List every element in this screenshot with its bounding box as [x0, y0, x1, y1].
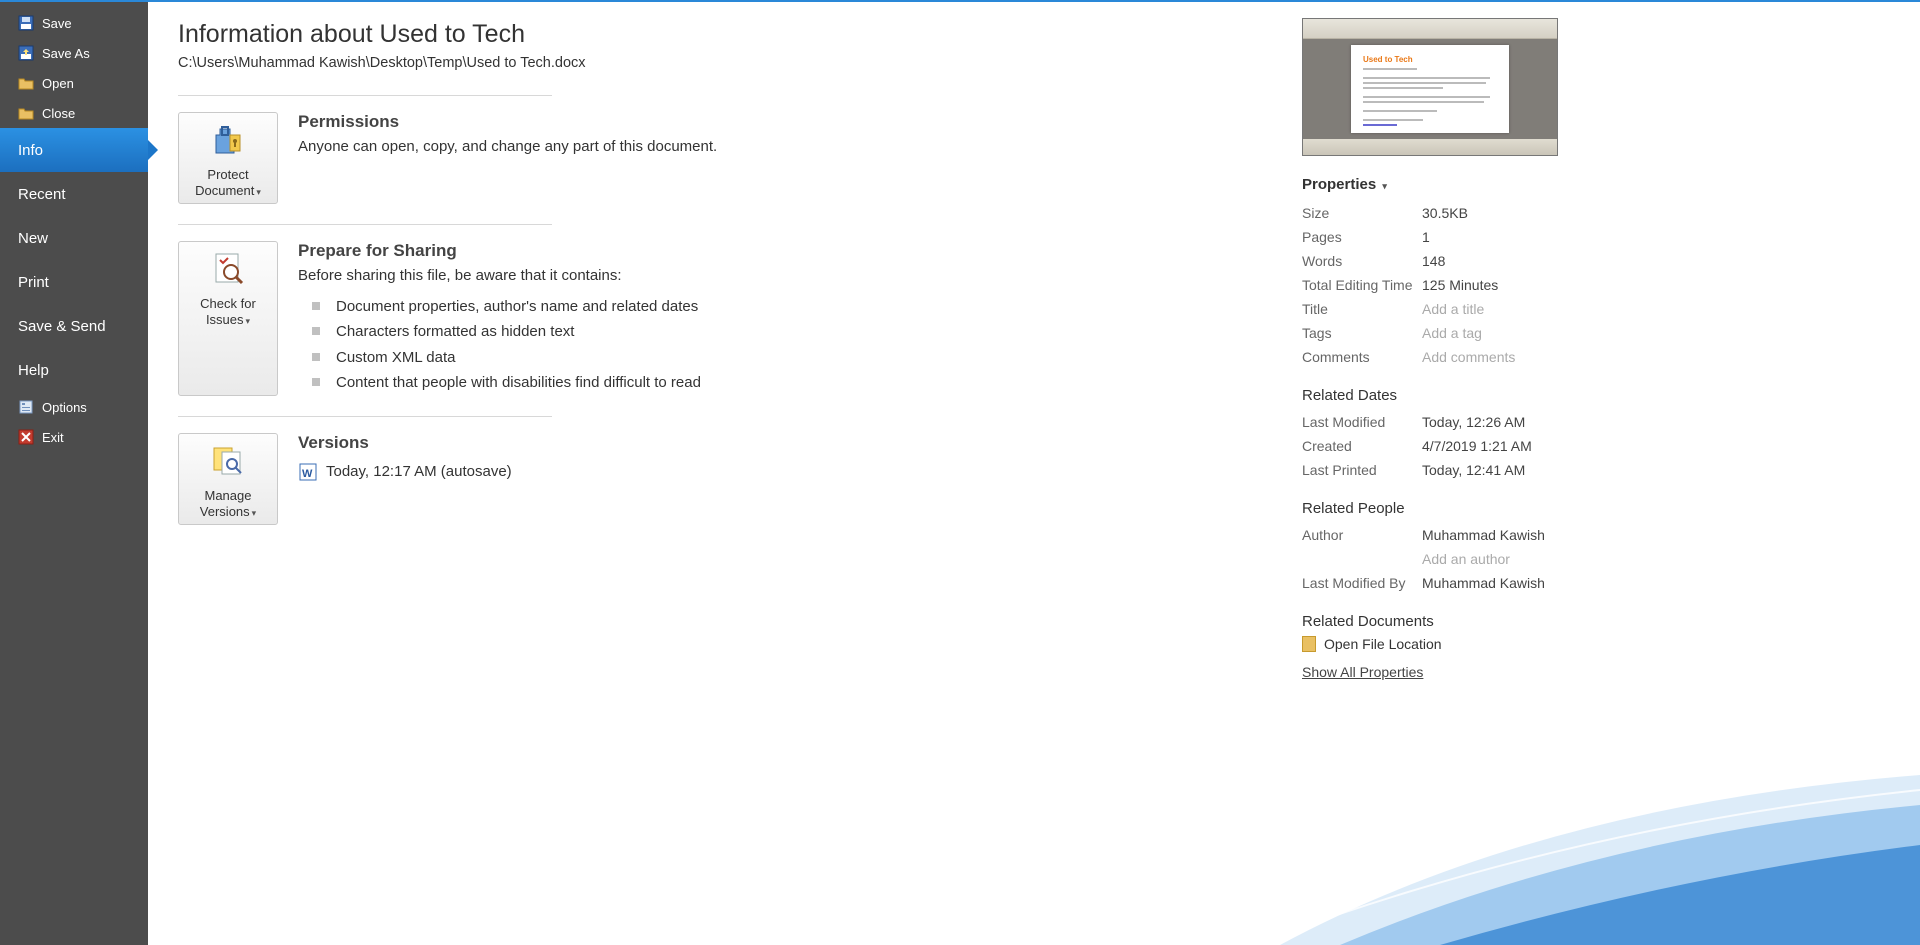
saveas-icon — [18, 45, 34, 61]
inspect-document-icon — [208, 250, 248, 290]
close-folder-icon — [18, 105, 34, 121]
prop-comments-input[interactable]: Add comments — [1422, 349, 1515, 365]
prop-pages: 1 — [1422, 229, 1430, 245]
list-item: Content that people with disabilities fi… — [312, 370, 701, 396]
print-label: Print — [18, 274, 49, 291]
help-tab[interactable]: Help — [0, 348, 148, 392]
prepare-list: Document properties, author's name and r… — [298, 294, 701, 396]
options-label: Options — [42, 400, 87, 415]
print-tab[interactable]: Print — [0, 260, 148, 304]
prop-last-printed: Today, 12:41 AM — [1422, 462, 1525, 478]
options-icon — [18, 399, 34, 415]
open-menu[interactable]: Open — [0, 68, 148, 98]
check-issues-button[interactable]: Check for Issues▾ — [178, 241, 278, 396]
prepare-heading: Prepare for Sharing — [298, 241, 701, 261]
related-people-header: Related People — [1302, 500, 1890, 517]
prop-size: 30.5KB — [1422, 205, 1468, 221]
save-label: Save — [42, 16, 72, 31]
permissions-heading: Permissions — [298, 112, 717, 132]
list-item: Document properties, author's name and r… — [312, 294, 701, 320]
document-thumbnail[interactable]: Used to Tech — [1302, 18, 1558, 156]
properties-dropdown[interactable]: Properties ▾ — [1302, 176, 1890, 193]
shield-lock-icon — [208, 121, 248, 161]
related-docs-header: Related Documents — [1302, 613, 1890, 630]
prepare-intro: Before sharing this file, be aware that … — [298, 265, 701, 288]
info-tab[interactable]: Info — [0, 128, 148, 172]
options-menu[interactable]: Options — [0, 392, 148, 422]
list-item: Characters formatted as hidden text — [312, 319, 701, 345]
open-file-location[interactable]: Open File Location — [1302, 636, 1890, 652]
open-label: Open — [42, 76, 74, 91]
dropdown-icon: ▾ — [1382, 181, 1387, 191]
new-label: New — [18, 230, 48, 247]
svg-text:W: W — [302, 468, 313, 480]
savesend-tab[interactable]: Save & Send — [0, 304, 148, 348]
prop-title-input[interactable]: Add a title — [1422, 301, 1484, 317]
prepare-section: Check for Issues▾ Prepare for Sharing Be… — [178, 225, 1272, 416]
manage-versions-button[interactable]: Manage Versions▾ — [178, 433, 278, 525]
page-title: Information about Used to Tech — [178, 20, 1272, 49]
prop-author: Muhammad Kawish — [1422, 527, 1545, 543]
help-label: Help — [18, 362, 49, 379]
saveas-menu[interactable]: Save As — [0, 38, 148, 68]
file-path: C:\Users\Muhammad Kawish\Desktop\Temp\Us… — [178, 55, 1272, 71]
version-entry[interactable]: W Today, 12:17 AM (autosave) — [298, 461, 512, 484]
exit-menu[interactable]: Exit — [0, 422, 148, 452]
prop-words: 148 — [1422, 253, 1445, 269]
show-all-properties-link[interactable]: Show All Properties — [1302, 664, 1890, 680]
new-tab[interactable]: New — [0, 216, 148, 260]
save-menu[interactable]: Save — [0, 8, 148, 38]
savesend-label: Save & Send — [18, 318, 106, 335]
folder-icon — [1302, 636, 1316, 652]
versions-section: Manage Versions▾ Versions W Today, 12:17… — [178, 417, 1272, 545]
permissions-section: Protect Document▾ Permissions Anyone can… — [178, 96, 1272, 224]
dropdown-icon: ▾ — [252, 508, 257, 518]
related-dates-header: Related Dates — [1302, 387, 1890, 404]
dropdown-icon: ▾ — [246, 316, 251, 326]
info-main: Information about Used to Tech C:\Users\… — [148, 2, 1302, 945]
saveas-label: Save As — [42, 46, 90, 61]
add-author-input[interactable]: Add an author — [1422, 551, 1510, 567]
prop-created: 4/7/2019 1:21 AM — [1422, 438, 1532, 454]
exit-label: Exit — [42, 430, 64, 445]
permissions-text: Anyone can open, copy, and change any pa… — [298, 136, 717, 159]
open-folder-icon — [18, 75, 34, 91]
dropdown-icon: ▾ — [256, 187, 261, 197]
recent-tab[interactable]: Recent — [0, 172, 148, 216]
protect-document-button[interactable]: Protect Document▾ — [178, 112, 278, 204]
properties-panel: Used to Tech Properties ▾ Size30.5KB Pag… — [1302, 2, 1920, 945]
prop-last-modified: Today, 12:26 AM — [1422, 414, 1525, 430]
recent-label: Recent — [18, 186, 66, 203]
prop-last-modified-by: Muhammad Kawish — [1422, 575, 1545, 591]
prop-tags-input[interactable]: Add a tag — [1422, 325, 1482, 341]
backstage-sidebar: Save Save As Open Close Info Recent New … — [0, 2, 148, 945]
save-icon — [18, 15, 34, 31]
versions-icon — [208, 442, 248, 482]
versions-heading: Versions — [298, 433, 512, 453]
word-doc-icon: W — [298, 462, 318, 482]
close-menu[interactable]: Close — [0, 98, 148, 128]
info-label: Info — [18, 142, 43, 159]
prop-edit-time: 125 Minutes — [1422, 277, 1498, 293]
close-label: Close — [42, 106, 75, 121]
exit-icon — [18, 429, 34, 445]
list-item: Custom XML data — [312, 345, 701, 371]
